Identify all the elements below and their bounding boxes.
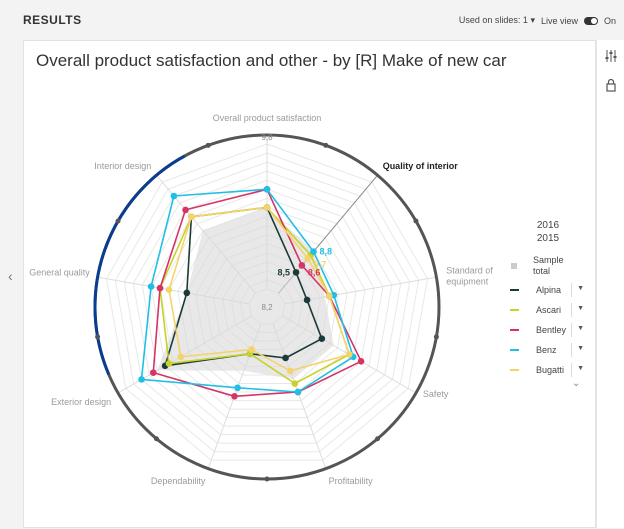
axis-label-profitability[interactable]: Profitability [329,476,374,486]
legend-swatch-bugatti [510,369,519,371]
axis-label-general-quality[interactable]: General quality [29,268,90,278]
data-point-bugatti[interactable] [263,204,271,211]
toggle-state-label: On [603,15,616,26]
axis-label-overall-product-satisfaction[interactable]: Overall product satisfaction [213,113,322,123]
caret-down-icon[interactable]: ▼ [577,325,584,332]
data-point-bentley[interactable] [231,393,238,400]
data-label-benz: 8,8 [320,247,333,257]
axis-label-quality-of-interior[interactable]: Quality of interior [383,161,459,171]
data-point-bugatti[interactable] [165,286,173,294]
legend-item-alpina[interactable]: Alpina ▼ [506,280,590,300]
data-point-benz[interactable] [294,388,302,396]
legend-separator [571,323,572,337]
legend-year-2016[interactable]: 2016 [506,220,590,233]
caret-down-icon: ▾ [530,15,535,25]
legend-year-2015[interactable]: 2015 [506,233,590,246]
data-point-bugatti[interactable] [177,353,185,361]
legend-label-benz: Benz [536,345,557,355]
topbar-controls: Used on slides: 1 ▾ Live view On [459,15,616,26]
top-bar: RESULTS Used on slides: 1 ▾ Live view On [0,0,624,40]
outer-value-label: 9,8 [261,133,273,142]
outer-ring-tick [413,218,419,224]
data-point-benz[interactable] [234,384,241,392]
data-point-bugatti[interactable] [248,346,255,353]
legend: 2016 2015 Sample total Alpina ▼ Ascari ▼ … [506,220,590,389]
data-point-bugatti[interactable] [188,213,195,221]
data-label-bentley: 8,6 [308,267,321,277]
data-point-bugatti[interactable] [286,367,294,375]
legend-label-ascari: Ascari [536,305,562,315]
side-toolbar [596,40,624,528]
outer-ring-tick [95,334,101,340]
legend-label-bugatti: Bugatti [536,365,565,375]
axis-label-dependability[interactable]: Dependability [151,476,206,486]
legend-swatch-sample-total [511,263,517,269]
data-point-bugatti[interactable] [345,351,353,358]
legend-swatch-ascari [510,309,519,311]
data-point-bentley[interactable] [156,284,164,292]
axis-label-exterior-design[interactable]: Exterior design [51,397,111,407]
data-point-alpina[interactable] [318,335,326,342]
data-point-bugatti[interactable] [304,255,311,262]
legend-separator [571,363,572,377]
data-point-bentley[interactable] [182,206,189,214]
data-point-ascari[interactable] [165,360,173,367]
caret-down-icon[interactable]: ▼ [577,365,584,372]
data-point-alpina[interactable] [183,289,191,297]
data-point-ascari[interactable] [291,380,299,387]
caret-down-icon[interactable]: ▼ [577,305,584,312]
outer-ring-tick [205,142,211,148]
data-point-alpina[interactable] [303,296,311,304]
legend-item-bentley[interactable]: Bentley ▼ [506,320,590,340]
outer-ring-tick [323,142,329,148]
legend-label-bentley: Bentley [536,325,567,335]
outer-ring-tick [153,436,159,442]
data-point-alpina[interactable] [292,269,300,276]
data-point-benz[interactable] [263,186,271,193]
legend-separator [571,283,572,297]
caret-down-icon[interactable]: ▼ [577,345,584,352]
data-point-benz[interactable] [147,283,155,290]
legend-label-total: total [533,266,551,276]
legend-swatch-bentley [510,329,519,331]
outer-ring-tick [264,476,270,482]
data-point-bentley[interactable] [298,262,306,269]
settings-sliders-icon[interactable] [603,48,619,64]
outer-ring-tick [115,218,121,224]
data-point-benz[interactable] [170,192,178,200]
legend-item-sample-total[interactable]: Sample total [506,252,590,280]
legend-swatch-alpina [510,289,519,291]
used-on-slides-label: Used on slides: 1 [458,15,528,25]
axis-label-standard-of-equipment: Standard of equipment [446,266,493,287]
data-point-bentley[interactable] [150,369,157,376]
caret-down-icon[interactable]: ▼ [577,285,584,292]
legend-separator [571,343,572,357]
legend-item-benz[interactable]: Benz ▼ [506,340,590,360]
outer-ring-tick [375,436,381,442]
results-title: RESULTS [23,13,82,27]
axis-label-interior-design[interactable]: Interior design [94,161,151,171]
used-on-slides-dropdown[interactable]: Used on slides: 1 ▾ [459,15,535,26]
legend-item-ascari[interactable]: Ascari ▼ [506,300,590,320]
data-point-alpina[interactable] [282,354,289,362]
chevron-left-icon[interactable]: ‹ [8,268,13,284]
live-view-toggle[interactable] [583,16,598,25]
legend-swatch-benz [510,349,519,351]
axis-label-safety[interactable]: Safety [423,389,449,399]
data-point-benz[interactable] [138,376,145,383]
outer-ring-tick [433,334,439,340]
data-point-benz[interactable] [310,248,317,255]
lock-icon[interactable] [603,77,619,93]
legend-separator [571,303,572,317]
center-value-label: 8,2 [261,303,273,312]
legend-item-bugatti[interactable]: Bugatti ▼ [506,360,590,380]
legend-label-sample: Sample [533,255,564,265]
live-view-label: Live view [540,15,578,26]
legend-label-alpina: Alpina [536,285,562,295]
chevron-down-icon[interactable]: ⌄ [572,378,580,389]
data-point-bentley[interactable] [357,358,365,365]
data-label-alpina: 8,5 [278,267,291,277]
data-point-bugatti[interactable] [326,292,333,300]
